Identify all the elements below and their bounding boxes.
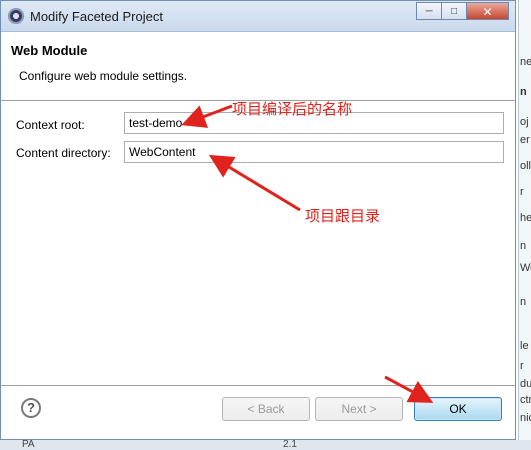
page-title: Web Module xyxy=(11,43,88,58)
close-button[interactable]: ✕ xyxy=(466,2,509,20)
modify-faceted-project-dialog: Modify Faceted Project ─ □ ✕ Web Module … xyxy=(0,0,516,440)
annotation-context-root: 项目编译后的名称 xyxy=(232,100,353,118)
background-text: le xyxy=(520,340,529,352)
maximize-button[interactable]: □ xyxy=(441,2,467,20)
background-status-strip xyxy=(0,440,531,450)
background-text: ne xyxy=(520,56,531,68)
background-text: n xyxy=(520,240,527,252)
background-text: oll xyxy=(520,160,531,172)
window-title: Modify Faceted Project xyxy=(30,9,163,24)
content-directory-input[interactable]: WebContent xyxy=(124,141,504,163)
content-directory-label: Content directory: xyxy=(16,146,111,160)
background-text: PA xyxy=(22,439,35,450)
footer-divider xyxy=(1,385,515,386)
page-description: Configure web module settings. xyxy=(19,69,188,83)
background-text: n xyxy=(520,296,527,308)
background-text: 2.1 xyxy=(283,439,297,450)
background-text: r xyxy=(520,360,524,372)
next-button[interactable]: Next > xyxy=(315,397,403,421)
background-text: ctr xyxy=(520,394,531,406)
context-root-label: Context root: xyxy=(16,118,85,132)
title-bar[interactable]: Modify Faceted Project ─ □ ✕ xyxy=(1,1,515,32)
background-text: oj xyxy=(520,116,529,128)
background-text: n xyxy=(520,86,527,98)
annotation-content-directory: 项目跟目录 xyxy=(305,207,381,225)
minimize-button[interactable]: ─ xyxy=(416,2,442,20)
wizard-header: Web Module Configure web module settings… xyxy=(1,32,515,98)
background-text: r xyxy=(520,186,524,198)
window-controls: ─ □ ✕ xyxy=(416,2,509,20)
background-text: du xyxy=(520,378,531,390)
background-text: er xyxy=(520,134,530,146)
ok-button[interactable]: OK xyxy=(414,397,502,421)
background-text: nic xyxy=(520,412,531,424)
background-text: he xyxy=(520,212,531,224)
eclipse-icon xyxy=(8,8,24,24)
help-button[interactable]: ? xyxy=(21,398,41,418)
back-button[interactable]: < Back xyxy=(222,397,310,421)
background-text: We xyxy=(520,262,531,274)
